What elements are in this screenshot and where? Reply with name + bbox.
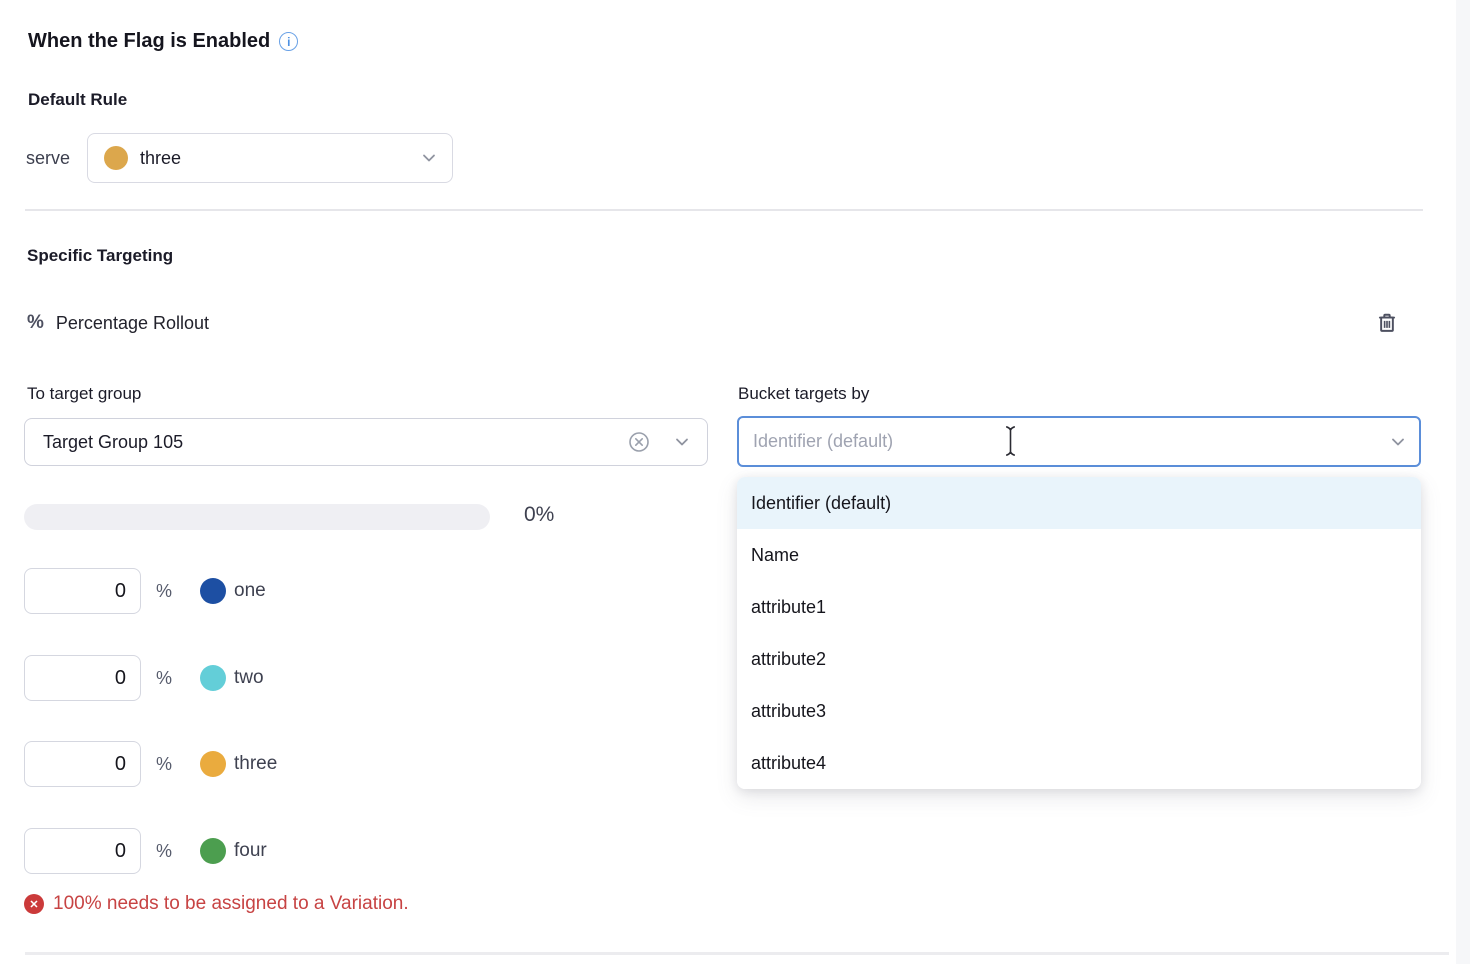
chevron-down-icon: [420, 149, 438, 167]
percent-sign: %: [156, 841, 178, 862]
percentage-input-four[interactable]: [24, 828, 141, 874]
error-icon: ✕: [24, 894, 44, 914]
bucket-targets-by-input[interactable]: [737, 416, 1421, 467]
variation-color-dot: [104, 146, 128, 170]
bucket-targets-by-field: [737, 416, 1421, 467]
percent-sign: %: [156, 581, 178, 602]
page-title-text: When the Flag is Enabled: [28, 30, 270, 53]
serve-label: serve: [26, 148, 70, 169]
rollout-progress-percent: 0%: [524, 503, 554, 527]
specific-targeting-heading: Specific Targeting: [27, 246, 173, 266]
variation-row-three: % three: [24, 741, 277, 787]
variation-name: two: [234, 667, 264, 689]
clear-selection-icon[interactable]: [627, 430, 651, 454]
bottom-divider: [25, 952, 1449, 955]
info-icon[interactable]: i: [279, 32, 298, 51]
percentage-input-one[interactable]: [24, 568, 141, 614]
serve-variation-select[interactable]: three: [87, 133, 453, 183]
percent-sign: %: [156, 754, 178, 775]
dropdown-option-identifier-default[interactable]: Identifier (default): [737, 477, 1421, 529]
chevron-down-icon: [1389, 433, 1407, 451]
dropdown-option-name[interactable]: Name: [737, 529, 1421, 581]
bucket-by-dropdown-menu: Identifier (default) Name attribute1 att…: [737, 477, 1421, 789]
variation-row-two: % two: [24, 655, 264, 701]
serve-selected-value: three: [140, 148, 181, 169]
panel-right-edge: [1456, 0, 1470, 964]
target-group-select[interactable]: Target Group 105: [24, 418, 708, 466]
target-group-label: To target group: [27, 384, 141, 404]
trash-icon: [1374, 310, 1400, 339]
percentage-rollout-header: % Percentage Rollout: [27, 312, 209, 334]
target-group-selected-value: Target Group 105: [43, 432, 183, 453]
dropdown-option-attribute2[interactable]: attribute2: [737, 633, 1421, 685]
validation-error: ✕ 100% needs to be assigned to a Variati…: [24, 893, 409, 915]
variation-name: four: [234, 840, 267, 862]
bucket-targets-by-label: Bucket targets by: [738, 384, 869, 404]
dropdown-option-attribute4[interactable]: attribute4: [737, 737, 1421, 789]
default-rule-heading: Default Rule: [28, 90, 127, 110]
variation-row-one: % one: [24, 568, 266, 614]
variation-row-four: % four: [24, 828, 267, 874]
variation-color-dot: [200, 751, 226, 777]
flag-targeting-panel: When the Flag is Enabled i Default Rule …: [0, 0, 1470, 964]
delete-rule-button[interactable]: [1371, 308, 1403, 340]
variation-name: three: [234, 753, 277, 775]
percent-icon: %: [27, 312, 44, 334]
percent-sign: %: [156, 668, 178, 689]
percentage-input-three[interactable]: [24, 741, 141, 787]
validation-error-text: 100% needs to be assigned to a Variation…: [53, 893, 409, 915]
dropdown-option-attribute3[interactable]: attribute3: [737, 685, 1421, 737]
dropdown-option-attribute1[interactable]: attribute1: [737, 581, 1421, 633]
variation-color-dot: [200, 665, 226, 691]
percentage-rollout-title: Percentage Rollout: [56, 313, 209, 334]
rollout-progress-bar: [24, 504, 490, 530]
page-title: When the Flag is Enabled i: [28, 30, 298, 53]
chevron-down-icon: [673, 433, 691, 451]
variation-name: one: [234, 580, 266, 602]
variation-color-dot: [200, 578, 226, 604]
percentage-input-two[interactable]: [24, 655, 141, 701]
serve-row: serve three: [26, 133, 453, 183]
section-divider: [25, 209, 1423, 211]
variation-color-dot: [200, 838, 226, 864]
